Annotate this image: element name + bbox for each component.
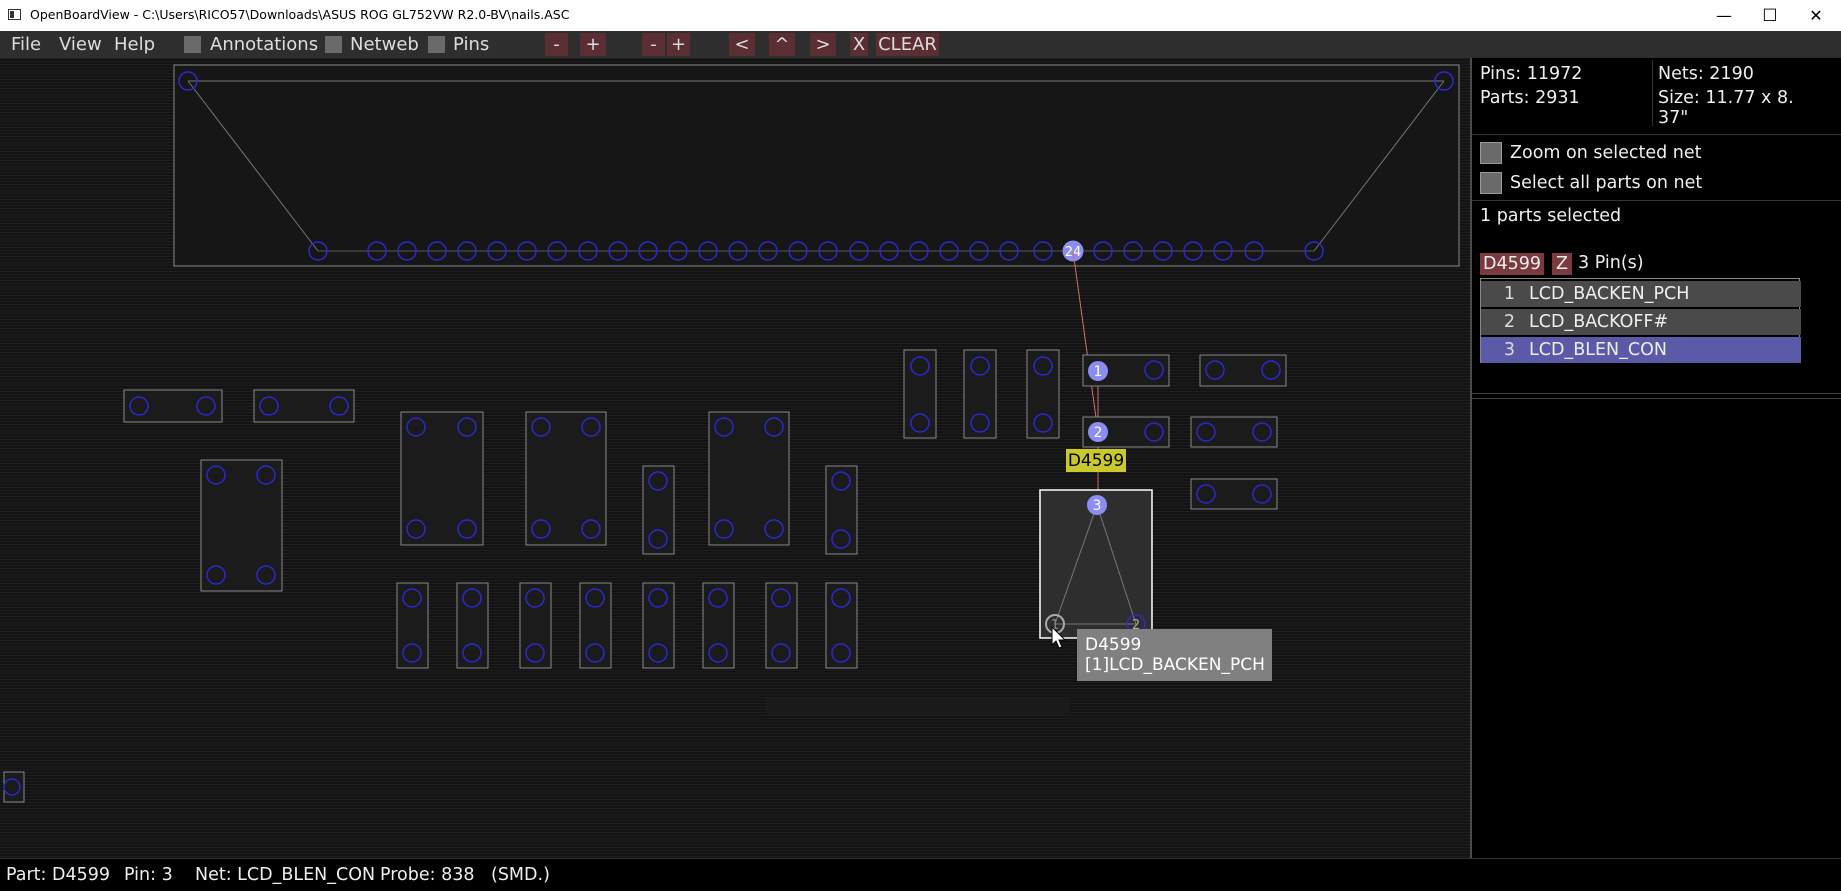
divider bbox=[1472, 398, 1841, 399]
menu-help[interactable]: Help bbox=[114, 34, 155, 55]
pin-row-selected[interactable]: 3 LCD_BLEN_CON bbox=[1481, 337, 1801, 363]
board-drawing[interactable]: 24 1 2 3 1 2 bbox=[0, 58, 1470, 858]
maximize-button[interactable]: ☐ bbox=[1747, 0, 1793, 31]
status-probe: Probe: 838 bbox=[380, 865, 475, 885]
part-2pin[interactable] bbox=[253, 389, 355, 423]
minimize-button[interactable]: — bbox=[1701, 0, 1747, 31]
part-2pin[interactable] bbox=[123, 389, 223, 423]
info-sidebar: Pins: 11972 Nets: 2190 Parts: 2931 Size:… bbox=[1470, 58, 1841, 858]
part-4pin[interactable] bbox=[708, 411, 790, 546]
pin-list: 1 LCD_BACKEN_PCH 2 LCD_BACKOFF# 3 LCD_BL… bbox=[1480, 278, 1801, 363]
part-2pin-vertical[interactable] bbox=[702, 582, 735, 669]
pin-tooltip: D4599 [1]LCD_BACKEN_PCH bbox=[1077, 629, 1272, 681]
close-button[interactable]: ✕ bbox=[1793, 0, 1839, 31]
part-2pin[interactable] bbox=[1199, 354, 1287, 387]
board-size: Size: 11.77 x 8. bbox=[1658, 88, 1794, 108]
menu-file[interactable]: File bbox=[11, 34, 41, 55]
nets-count: Nets: 2190 bbox=[1658, 64, 1754, 84]
part-2pin-vertical[interactable] bbox=[825, 465, 858, 555]
pin-net: LCD_BLEN_CON bbox=[1529, 340, 1667, 360]
selection-summary: 1 parts selected bbox=[1480, 206, 1622, 226]
clear-button[interactable]: CLEAR bbox=[876, 33, 939, 56]
pins-checkbox[interactable] bbox=[428, 36, 445, 53]
part-2pin-vertical[interactable] bbox=[903, 349, 937, 439]
pin-net: LCD_BACKOFF# bbox=[1529, 312, 1669, 332]
zoom-out-2-button[interactable]: - bbox=[642, 33, 665, 56]
tooltip-pin-net: [1]LCD_BACKEN_PCH bbox=[1085, 655, 1265, 675]
annotations-checkbox[interactable] bbox=[184, 36, 201, 53]
part-4pin[interactable] bbox=[400, 411, 484, 546]
board-size-cont: 37" bbox=[1658, 108, 1689, 128]
stats-divider bbox=[1652, 60, 1653, 126]
selected-part-name[interactable]: D4599 bbox=[1480, 253, 1545, 275]
zoom-on-net-checkbox[interactable] bbox=[1480, 142, 1502, 164]
menu-view[interactable]: View bbox=[59, 34, 102, 55]
status-type: (SMD.) bbox=[491, 865, 550, 885]
pin-row[interactable]: 2 LCD_BACKOFF# bbox=[1481, 309, 1801, 335]
part-2pin-vertical[interactable] bbox=[456, 582, 489, 669]
pin-number: 1 bbox=[1503, 284, 1515, 304]
back-button[interactable]: < bbox=[729, 33, 755, 56]
bottom-part-row bbox=[396, 582, 858, 669]
status-pin: Pin: 3 bbox=[124, 865, 173, 885]
part-2pin[interactable] bbox=[1190, 478, 1278, 510]
zoom-in-button[interactable]: + bbox=[580, 33, 606, 56]
annotations-label[interactable]: Annotations bbox=[210, 34, 318, 55]
status-bar: Part: D4599 Pin: 3 Net: LCD_BLEN_CON Pro… bbox=[0, 858, 1841, 891]
zoom-to-part-button[interactable]: Z bbox=[1552, 253, 1572, 275]
forward-button[interactable]: > bbox=[810, 33, 836, 56]
x-button[interactable]: X bbox=[850, 33, 868, 56]
zoom-on-net-label[interactable]: Zoom on selected net bbox=[1510, 143, 1702, 163]
zoom-in-2-button[interactable]: + bbox=[667, 33, 690, 56]
pin-count: 3 Pin(s) bbox=[1578, 253, 1644, 273]
net-line bbox=[1072, 250, 1099, 433]
pin-net: LCD_BACKEN_PCH bbox=[1529, 284, 1690, 304]
silkscreen-text bbox=[766, 698, 1070, 715]
status-part: Part: D4599 bbox=[6, 865, 111, 885]
part-4pin[interactable] bbox=[525, 411, 607, 546]
menu-bar: File View Help Annotations Netweb Pins -… bbox=[0, 31, 1841, 58]
status-net: Net: LCD_BLEN_CON bbox=[195, 865, 376, 885]
divider bbox=[1472, 134, 1841, 135]
part-edge[interactable] bbox=[3, 771, 25, 803]
netweb-label[interactable]: Netweb bbox=[350, 34, 419, 55]
tooltip-part: D4599 bbox=[1085, 635, 1142, 655]
parts-count: Parts: 2931 bbox=[1480, 88, 1580, 108]
part-2pin-vertical[interactable] bbox=[642, 582, 675, 669]
pin-number: 3 bbox=[1503, 340, 1515, 360]
selected-part-pin-3-label: 3 bbox=[1093, 498, 1102, 514]
part-2pin-vertical[interactable] bbox=[825, 582, 858, 669]
part-4pin[interactable] bbox=[200, 459, 283, 592]
zoom-out-button[interactable]: - bbox=[545, 33, 568, 56]
up-button[interactable]: ^ bbox=[769, 33, 795, 56]
pins-label[interactable]: Pins bbox=[453, 34, 489, 55]
select-all-parts-label[interactable]: Select all parts on net bbox=[1510, 173, 1702, 193]
part-2pin-vertical[interactable] bbox=[519, 582, 552, 669]
part-2pin-vertical[interactable] bbox=[579, 582, 612, 669]
pin-number: 2 bbox=[1503, 312, 1515, 332]
select-all-parts-checkbox[interactable] bbox=[1480, 172, 1502, 194]
part-2pin-vertical[interactable] bbox=[396, 582, 429, 669]
pin-row[interactable]: 1 LCD_BACKEN_PCH bbox=[1481, 281, 1801, 307]
netweb-checkbox[interactable] bbox=[325, 36, 342, 53]
part-2pin-vertical[interactable] bbox=[1026, 349, 1060, 439]
board-canvas[interactable]: 24 1 2 3 1 2 D4599 D4599 [1]LCD_BACKEN_P… bbox=[0, 58, 1470, 858]
part-2pin-vertical[interactable] bbox=[765, 582, 798, 669]
part-2pin[interactable] bbox=[1190, 416, 1278, 448]
part-pin-1-label: 1 bbox=[1094, 364, 1103, 380]
divider bbox=[1472, 393, 1841, 394]
part-label-d4599: D4599 bbox=[1066, 449, 1126, 472]
divider bbox=[1472, 200, 1841, 201]
part-2pin-vertical[interactable] bbox=[642, 465, 675, 555]
app-icon bbox=[8, 9, 21, 20]
title-bar: OpenBoardView - C:\Users\RICO57\Download… bbox=[0, 0, 1841, 31]
connector-outline[interactable] bbox=[173, 64, 1460, 267]
pins-count: Pins: 11972 bbox=[1480, 64, 1583, 84]
window-title: OpenBoardView - C:\Users\RICO57\Download… bbox=[30, 7, 570, 22]
part-pin-2-label: 2 bbox=[1094, 425, 1103, 441]
part-2pin-vertical[interactable] bbox=[963, 349, 997, 439]
